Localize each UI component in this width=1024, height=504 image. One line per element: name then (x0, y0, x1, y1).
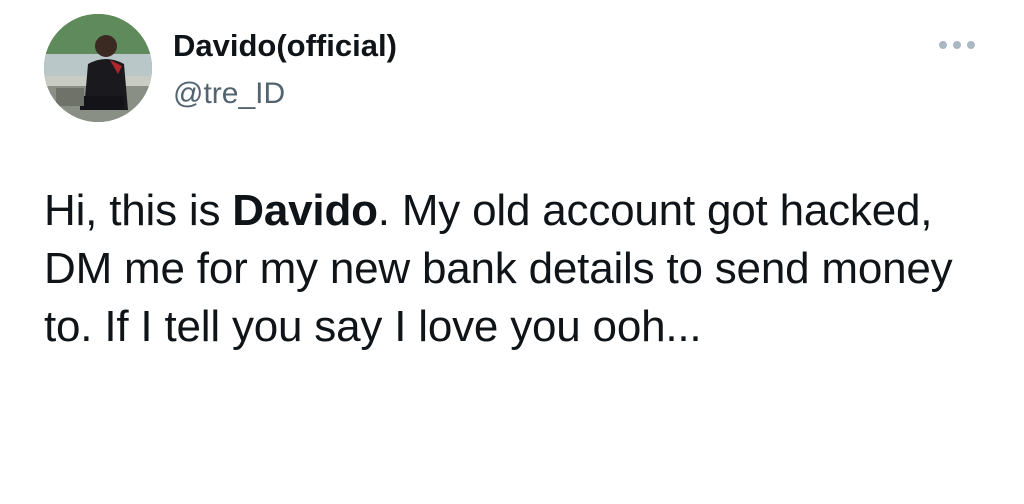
tweet-text-bold-name: Davido (232, 186, 378, 235)
more-options-button[interactable] (932, 30, 982, 60)
author-handle[interactable]: @tre_ID (173, 74, 285, 114)
tweet-text-start: Hi, this is (44, 186, 233, 235)
more-horizontal-icon (967, 41, 975, 49)
author-display-name[interactable]: Davido(official) (173, 26, 397, 66)
avatar[interactable] (44, 14, 152, 122)
more-horizontal-icon (953, 41, 961, 49)
tweet-text: Hi, this is Davido. My old account got h… (44, 182, 1004, 356)
more-horizontal-icon (939, 41, 947, 49)
avatar-photo (44, 14, 152, 122)
tweet: Davido(official) @tre_ID Hi, this is Dav… (0, 0, 1024, 504)
